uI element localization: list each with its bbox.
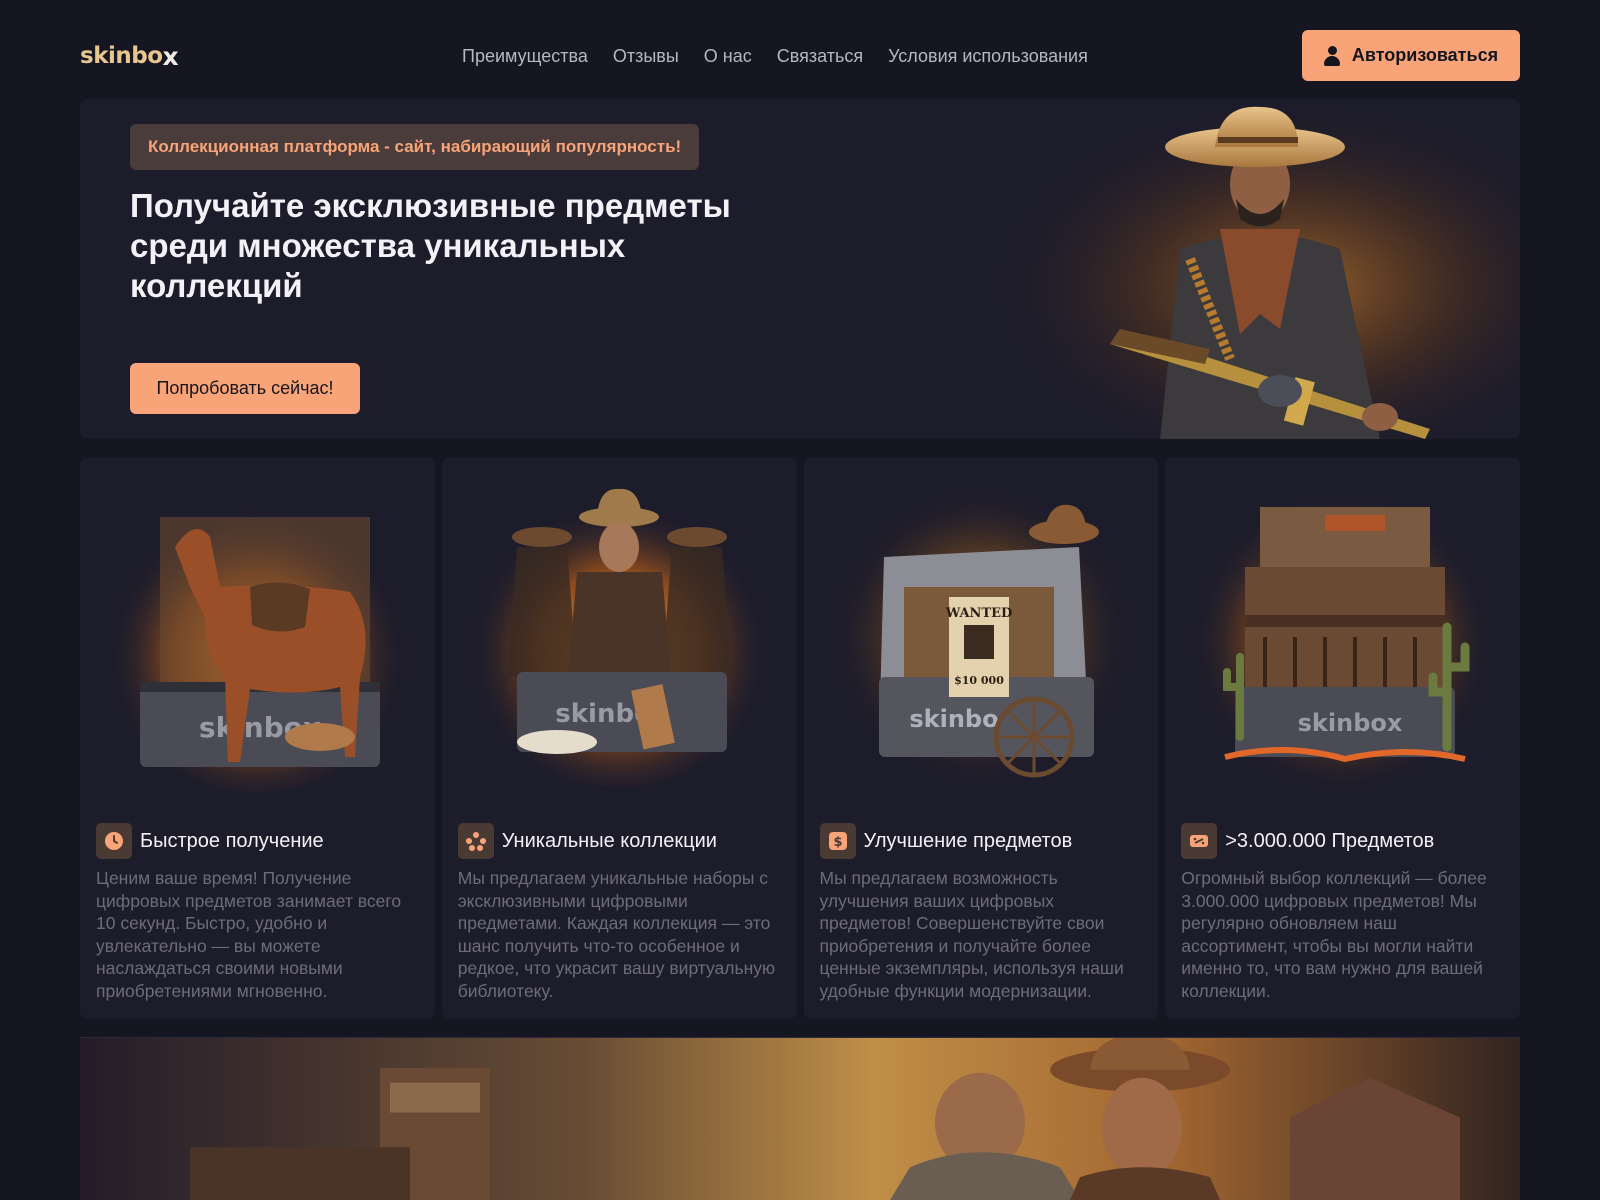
logo-text: skinbo xyxy=(80,43,163,69)
logo-x: x xyxy=(162,41,179,71)
feature-card-upgrade: skinbo WANTED $10 000 $ Улучшение предме… xyxy=(803,457,1159,1019)
feature-title: Улучшение предметов xyxy=(863,829,1073,852)
clock-icon xyxy=(96,823,132,859)
hero-section: Коллекционная платформа - сайт, набирающ… xyxy=(80,99,1520,439)
nav-reviews[interactable]: Отзывы xyxy=(613,46,679,67)
western-town-banner-image xyxy=(80,1037,1520,1200)
horse-case-image: skinbox xyxy=(107,492,407,792)
feature-card-fast: skinbox Быстрое получение Ценим ваше вре… xyxy=(80,457,435,1019)
header: skinbo x Преимущества Отзывы О нас Связат… xyxy=(80,30,1520,82)
logo[interactable]: skinbo x xyxy=(80,41,179,71)
cowboy-hero-image xyxy=(960,99,1520,439)
nav-contact[interactable]: Связаться xyxy=(777,46,863,67)
cowboys-case-image: skinbox xyxy=(468,487,769,787)
hero-badge: Коллекционная платформа - сайт, набирающ… xyxy=(130,124,700,170)
hero-title: Получайте эксклюзивные предметы среди мн… xyxy=(130,187,731,304)
feature-text: Ценим ваше время! Получение цифровых пре… xyxy=(96,868,402,1001)
nav-about[interactable]: О нас xyxy=(704,46,752,67)
nav-terms[interactable]: Условия использования xyxy=(888,46,1088,67)
svg-text:WANTED: WANTED xyxy=(944,606,1012,621)
svg-text:$10 000: $10 000 xyxy=(954,674,1004,687)
feature-title: >3.000.000 Предметов xyxy=(1225,829,1435,852)
feature-card-items: skinbox >3.000.000 Предметов Огромный вы… xyxy=(1165,457,1520,1019)
svg-text:$: $ xyxy=(833,835,842,850)
svg-text:skinbo: skinbo xyxy=(909,705,998,733)
nav-advantages[interactable]: Преимущества xyxy=(462,46,588,67)
main-nav: Преимущества Отзывы О нас Связаться Усло… xyxy=(462,30,1088,82)
feature-title: Быстрое получение xyxy=(140,829,324,852)
svg-text:skinbox: skinbox xyxy=(1298,709,1403,737)
login-button-label: Авторизоваться xyxy=(1351,45,1499,65)
feature-text: Мы предлагаем возможность улучшения ваши… xyxy=(819,868,1124,1001)
feature-card-unique: skinbox Уникальные коллекции Мы предлага… xyxy=(441,457,797,1019)
user-icon xyxy=(1323,45,1340,66)
login-button[interactable]: Авторизоваться xyxy=(1302,30,1520,81)
saloon-case-image: skinbox xyxy=(1192,492,1493,792)
cluster-icon xyxy=(457,823,494,859)
wanted-case-image: skinbo WANTED $10 000 xyxy=(830,487,1131,787)
feature-text: Огромный выбор коллекций — более 3.000.0… xyxy=(1181,868,1487,1001)
feature-text: Мы предлагаем уникальные наборы с эксклю… xyxy=(457,868,776,1001)
try-now-button[interactable]: Попробовать сейчас! xyxy=(130,363,360,414)
ticket-icon xyxy=(1181,823,1218,859)
dollar-icon: $ xyxy=(819,823,856,859)
feature-title: Уникальные коллекции xyxy=(501,829,717,852)
features-grid: skinbox Быстрое получение Ценим ваше вре… xyxy=(80,457,1520,1019)
